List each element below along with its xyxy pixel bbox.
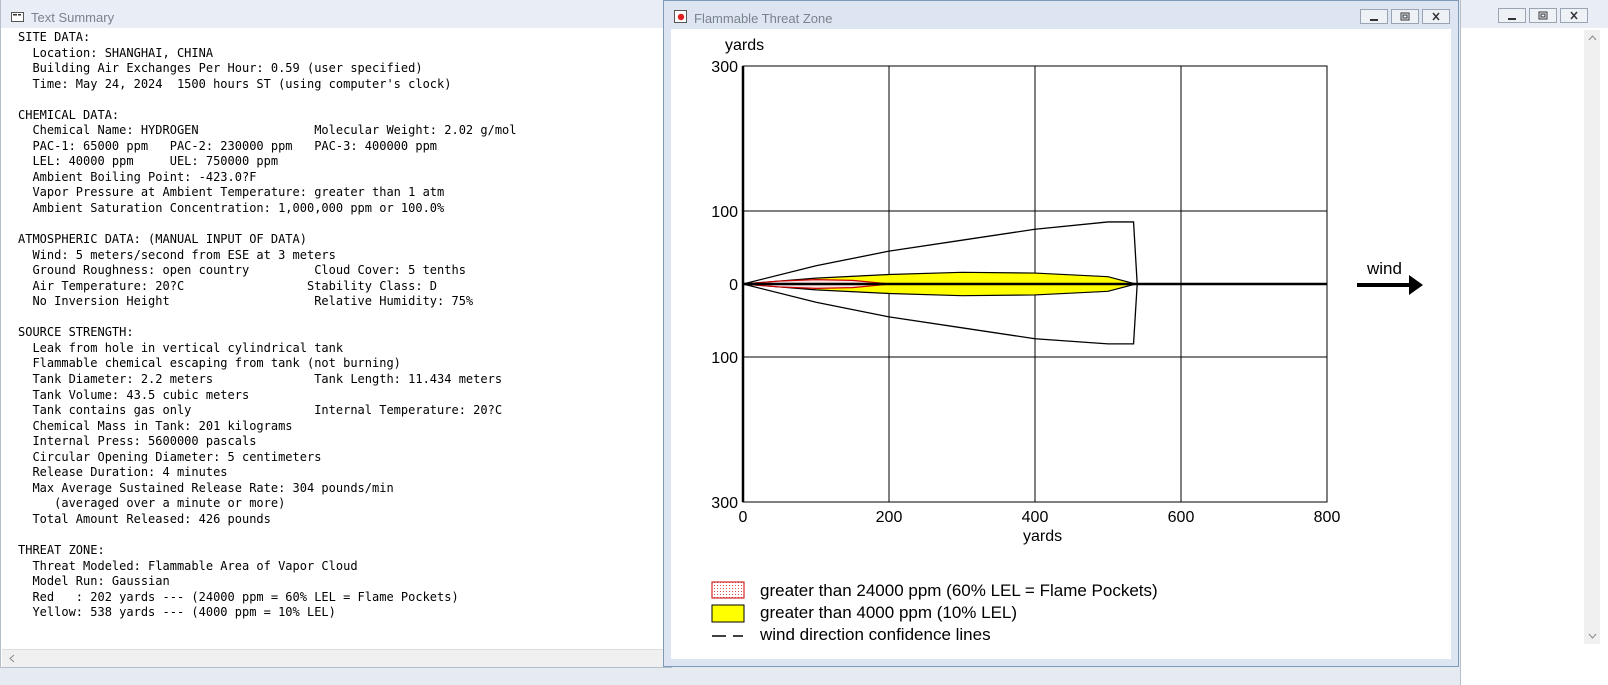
text-summary-title: Text Summary: [31, 10, 115, 25]
text-summary-content: SITE DATA: Location: SHANGHAI, CHINA Bui…: [18, 30, 671, 621]
scroll-down-icon[interactable]: [1588, 632, 1597, 640]
restore-button[interactable]: [1529, 8, 1557, 23]
summary-line: Wind: 5 meters/second from ESE at 3 mete…: [18, 247, 336, 262]
summary-line: Yellow: 538 yards --- (4000 ppm = 10% LE…: [18, 605, 336, 620]
vertical-scrollbar[interactable]: [1584, 30, 1600, 644]
summary-line: Tank contains gas only Internal Temperat…: [18, 403, 503, 418]
summary-line: Ground Roughness: open country Cloud Cov…: [18, 263, 466, 278]
threat-zone-plot: yards yards 0 200 400 600 800 300 100 0 100 300 w…: [711, 37, 1423, 644]
summary-line: Time: May 24, 2024 1500 hours ST (using …: [18, 76, 452, 91]
summary-line: Internal Press: 5600000 pascals: [18, 434, 257, 449]
summary-line: PAC-1: 65000 ppm PAC-2: 230000 ppm PAC-3…: [18, 138, 438, 153]
text-summary-window: Text Summary SITE DATA: Location: SHANGH…: [0, 0, 673, 668]
summary-line: (averaged over a minute or more): [18, 496, 286, 511]
legend-swatch-yellow-icon: [711, 604, 745, 623]
summary-line: Max Average Sustained Release Rate: 304 …: [18, 480, 394, 495]
summary-line: Tank Volume: 43.5 cubic meters: [18, 387, 250, 402]
summary-line: Vapor Pressure at Ambient Temperature: g…: [18, 185, 445, 200]
summary-line: [18, 92, 671, 108]
summary-line: Flammable chemical escaping from tank (n…: [18, 356, 401, 371]
summary-line: Model Run: Gaussian: [18, 574, 170, 589]
threat-zone-window: Flammable Threat Zone yards yards 0 200 40…: [663, 0, 1459, 667]
text-summary-titlebar[interactable]: Text Summary: [1, 0, 671, 28]
restore-icon: [1400, 12, 1410, 21]
summary-line: Chemical Mass in Tank: 201 kilograms: [18, 418, 293, 433]
x-tick-label: 0: [739, 509, 748, 526]
summary-line: Location: SHANGHAI, CHINA: [18, 45, 214, 60]
y-tick-label: 100: [711, 350, 738, 367]
close-button[interactable]: [1422, 9, 1450, 24]
summary-line: CHEMICAL DATA:: [18, 107, 120, 122]
summary-line: ATMOSPHERIC DATA: (MANUAL INPUT OF DATA): [18, 232, 307, 247]
legend-swatch-red-dotted-icon: [711, 581, 745, 599]
summary-line: Air Temperature: 20?C Stability Class: D: [18, 278, 438, 293]
minimize-button[interactable]: [1360, 9, 1388, 24]
wind-label: wind: [1366, 259, 1402, 278]
legend-label-yellow: greater than 4000 ppm (10% LEL): [760, 603, 1017, 622]
restore-icon: [1538, 11, 1548, 20]
summary-line: Ambient Boiling Point: -423.0?F: [18, 169, 257, 184]
x-tick-label: 800: [1314, 509, 1341, 526]
summary-line: [18, 310, 671, 326]
summary-line: [18, 217, 671, 233]
threat-zone-titlebar[interactable]: Flammable Threat Zone: [664, 1, 1458, 29]
wind-arrow-icon: [1357, 275, 1423, 295]
x-tick-label: 400: [1022, 509, 1049, 526]
threat-zone-title: Flammable Threat Zone: [694, 11, 833, 26]
x-axis-label: yards: [1023, 528, 1062, 545]
summary-line: Leak from hole in vertical cylindrical t…: [18, 340, 344, 355]
restore-button[interactable]: [1391, 9, 1419, 24]
minimize-icon: [1508, 18, 1516, 20]
summary-line: Red : 202 yards --- (24000 ppm = 60% LEL…: [18, 589, 459, 604]
background-window-controls: [1498, 8, 1588, 23]
summary-line: LEL: 40000 ppm UEL: 750000 ppm: [18, 154, 279, 169]
summary-line: THREAT ZONE:: [18, 543, 105, 558]
scroll-up-icon[interactable]: [1588, 34, 1597, 42]
threat-window-controls: [1360, 9, 1450, 24]
y-tick-label: 0: [729, 277, 738, 294]
close-button[interactable]: [1560, 8, 1588, 23]
summary-line: [18, 528, 671, 544]
legend-label-red: greater than 24000 ppm (60% LEL = Flame …: [760, 581, 1158, 600]
summary-line: SITE DATA:: [18, 30, 91, 44]
summary-line: Total Amount Released: 426 pounds: [18, 511, 271, 526]
summary-line: Release Duration: 4 minutes: [18, 465, 228, 480]
background-window: [1460, 0, 1608, 685]
summary-line: Ambient Saturation Concentration: 1,000,…: [18, 201, 445, 216]
close-icon: [1432, 12, 1440, 21]
threat-zone-icon: [674, 10, 687, 23]
summary-line: Circular Opening Diameter: 5 centimeters: [18, 449, 322, 464]
y-tick-label: 300: [711, 495, 738, 512]
summary-line: Chemical Name: HYDROGEN Molecular Weight…: [18, 123, 517, 138]
summary-line: SOURCE STRENGTH:: [18, 325, 134, 340]
y-tick-label: 100: [711, 204, 738, 221]
background-window-titlebar[interactable]: [1461, 0, 1608, 28]
legend-label-confidence: wind direction confidence lines: [759, 625, 991, 644]
threat-zone-client: yards yards 0 200 400 600 800 300 100 0 100 300 w…: [671, 29, 1451, 659]
summary-line: No Inversion Height Relative Humidity: 7…: [18, 294, 474, 309]
scroll-left-icon[interactable]: [8, 654, 16, 663]
x-tick-label: 200: [876, 509, 903, 526]
horizontal-scrollbar[interactable]: [2, 649, 673, 667]
minimize-icon: [1370, 19, 1378, 21]
y-tick-label: 300: [711, 59, 738, 76]
window-icon: [11, 12, 24, 22]
summary-line: Threat Modeled: Flammable Area of Vapor …: [18, 558, 358, 573]
summary-line: Tank Diameter: 2.2 meters Tank Length: 1…: [18, 372, 503, 387]
x-tick-label: 600: [1168, 509, 1195, 526]
minimize-button[interactable]: [1498, 8, 1526, 23]
summary-line: Building Air Exchanges Per Hour: 0.59 (u…: [18, 61, 423, 76]
y-axis-label: yards: [725, 37, 764, 54]
close-icon: [1570, 11, 1578, 20]
legend: greater than 24000 ppm (60% LEL = Flame …: [711, 581, 1158, 644]
